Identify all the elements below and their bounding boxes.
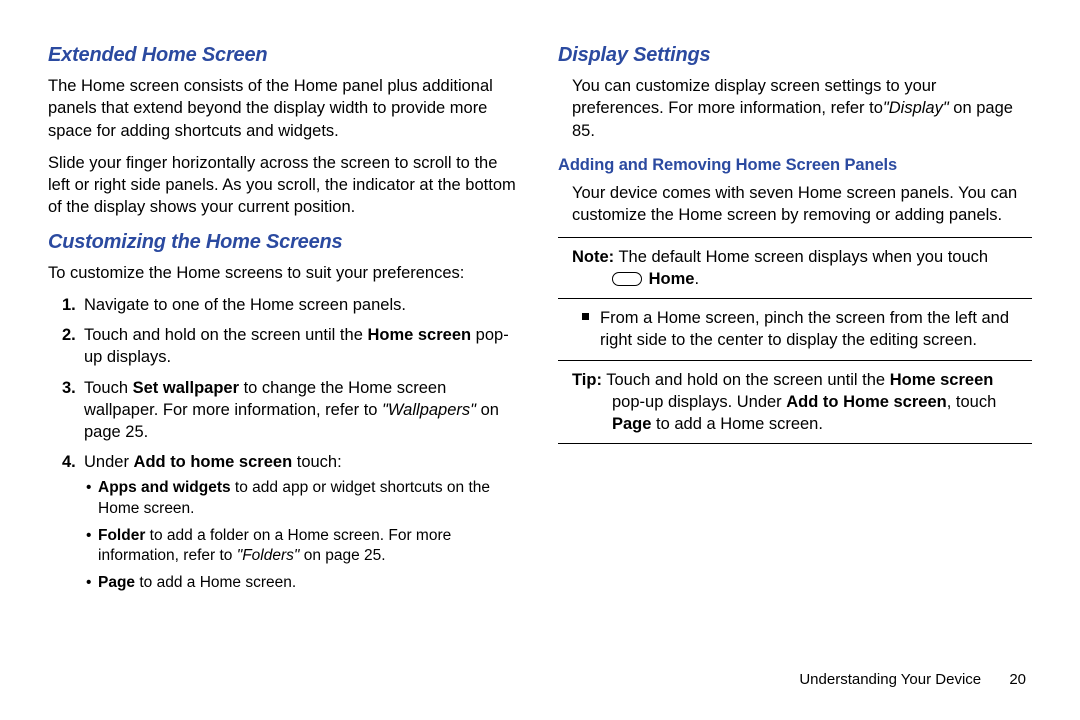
note-block: Note: The default Home screen displays w… [572, 246, 1032, 291]
heading-display-settings: Display Settings [558, 42, 1032, 69]
sub-apps-widgets: Apps and widgets to add app or widget sh… [86, 478, 522, 520]
para-extended-2: Slide your finger horizontally across th… [48, 152, 522, 219]
home-button-icon [612, 272, 642, 286]
right-column: Display Settings You can customize displ… [558, 36, 1032, 664]
steps-list: 1.Navigate to one of the Home screen pan… [62, 294, 522, 594]
sub-page: Page to add a Home screen. [86, 573, 522, 594]
step-4: 4. Under Add to home screen touch: Apps … [62, 451, 522, 594]
para-add-1: Your device comes with seven Home screen… [572, 182, 1032, 227]
para-display-1: You can customize display screen setting… [572, 75, 1032, 142]
two-column-layout: Extended Home Screen The Home screen con… [48, 36, 1032, 664]
step-3: 3. Touch Set wallpaper to change the Hom… [62, 377, 522, 444]
heading-extended-home-screen: Extended Home Screen [48, 42, 522, 69]
footer-section: Understanding Your Device [799, 671, 981, 688]
manual-page: Extended Home Screen The Home screen con… [0, 0, 1080, 720]
tip-block: Tip: Touch and hold on the screen until … [572, 369, 1032, 436]
sub-bullets: Apps and widgets to add app or widget sh… [86, 478, 522, 595]
note-label: Note: [572, 248, 614, 266]
divider-top [558, 237, 1032, 238]
step-1: 1.Navigate to one of the Home screen pan… [62, 294, 522, 316]
footer-page-number: 20 [1009, 670, 1026, 690]
page-footer: Understanding Your Device 20 [48, 670, 1032, 690]
para-extended-1: The Home screen consists of the Home pan… [48, 75, 522, 142]
para-customize-intro: To customize the Home screens to suit yo… [48, 262, 522, 284]
divider-mid [558, 298, 1032, 299]
sub-folder: Folder to add a folder on a Home screen.… [86, 526, 522, 568]
pinch-instruction-list: From a Home screen, pinch the screen fro… [582, 307, 1032, 352]
heading-adding-removing-panels: Adding and Removing Home Screen Panels [558, 154, 1032, 176]
heading-customizing: Customizing the Home Screens [48, 229, 522, 256]
pinch-instruction: From a Home screen, pinch the screen fro… [582, 307, 1032, 352]
left-column: Extended Home Screen The Home screen con… [48, 36, 522, 664]
divider-tip-bottom [558, 443, 1032, 444]
divider-tip-top [558, 360, 1032, 361]
step-2: 2. Touch and hold on the screen until th… [62, 324, 522, 369]
tip-label: Tip: [572, 371, 602, 389]
